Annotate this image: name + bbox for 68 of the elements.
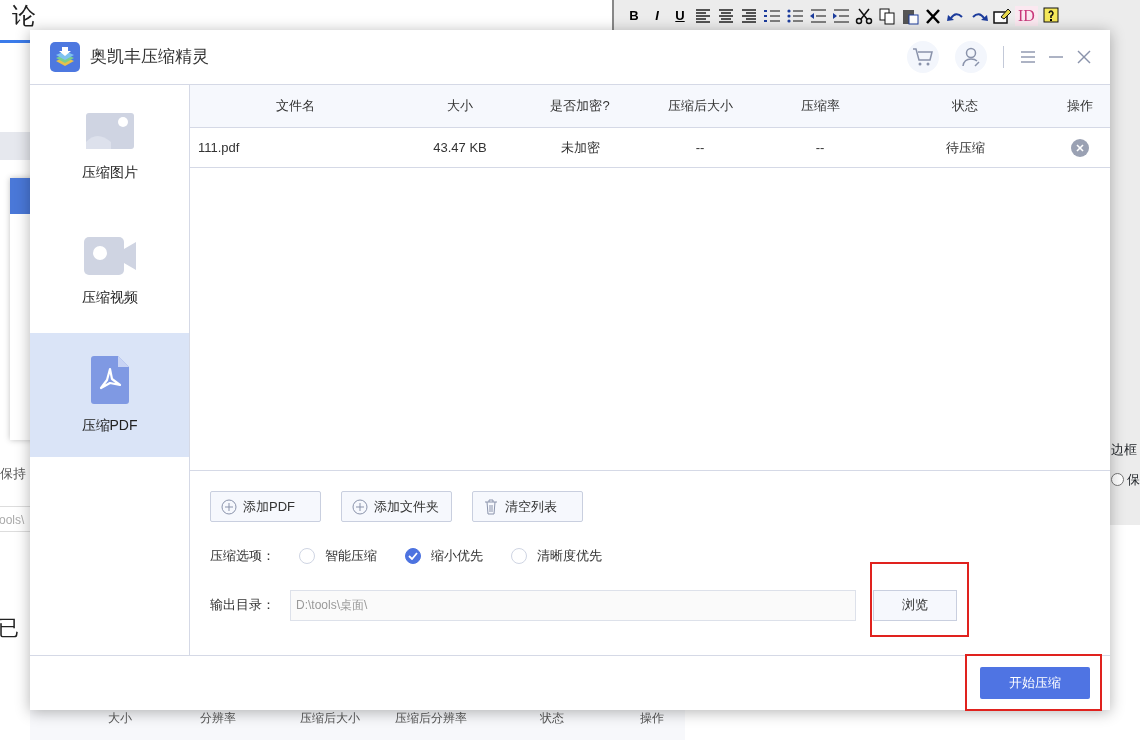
pdf-file-icon bbox=[89, 354, 130, 405]
radio-label: 保 bbox=[1127, 471, 1140, 489]
option-label: 保持 bbox=[0, 465, 26, 483]
indent-icon[interactable] bbox=[831, 7, 851, 25]
column-header: 大小 bbox=[446, 97, 474, 116]
bullet-list-icon[interactable] bbox=[785, 7, 805, 25]
column-header: 分辨率 bbox=[200, 710, 236, 727]
column-header: 压缩后分辨率 bbox=[395, 710, 467, 727]
video-camera-icon bbox=[82, 234, 137, 277]
window-title: 奥凯丰压缩精灵 bbox=[90, 46, 209, 69]
column-header: 文件名 bbox=[274, 97, 316, 116]
sidebar-item[interactable]: 压缩PDF bbox=[30, 333, 189, 457]
format-button[interactable]: I bbox=[647, 6, 667, 26]
action-button[interactable]: 添加文件夹 bbox=[341, 491, 452, 522]
format-button[interactable]: B bbox=[624, 6, 644, 26]
column-header: 压缩后大小 bbox=[666, 97, 734, 116]
table-cell-text: 111.pdf bbox=[197, 138, 241, 157]
radio-option[interactable]: 智能压缩 bbox=[299, 546, 377, 566]
column-header: 状态 bbox=[951, 97, 979, 116]
column-header: 状态 bbox=[540, 710, 564, 727]
start-button[interactable]: 开始压缩 bbox=[980, 667, 1090, 699]
page-heading: 论 bbox=[12, 1, 36, 31]
outdent-icon[interactable] bbox=[808, 7, 828, 25]
delete-icon[interactable] bbox=[923, 7, 943, 25]
notice-text: 已 bbox=[0, 615, 19, 641]
edit-icon[interactable] bbox=[992, 7, 1012, 25]
image-icon bbox=[84, 111, 135, 152]
plus-circle-icon bbox=[221, 498, 237, 515]
column-header: 大小 bbox=[108, 710, 132, 727]
column-header: 操作 bbox=[640, 710, 664, 727]
align-center-icon[interactable] bbox=[716, 7, 736, 25]
user-icon[interactable] bbox=[955, 41, 987, 73]
action-button[interactable]: 清空列表 bbox=[472, 491, 583, 522]
scissors-icon[interactable] bbox=[854, 7, 874, 25]
table-cell-text: 未加密 bbox=[559, 138, 601, 157]
clipboard-icon[interactable] bbox=[900, 7, 920, 25]
align-left-icon[interactable] bbox=[693, 7, 713, 25]
column-header: 是否加密? bbox=[549, 97, 611, 116]
copy-icon[interactable] bbox=[877, 7, 897, 25]
column-header: 压缩率 bbox=[799, 97, 841, 116]
format-button[interactable]: U bbox=[670, 6, 690, 26]
radio-button[interactable] bbox=[1111, 473, 1124, 487]
table-cell-text: -- bbox=[694, 138, 706, 157]
cart-icon[interactable] bbox=[907, 41, 939, 73]
option-label: 压缩选项： bbox=[210, 547, 275, 565]
field-label: 输出目录： bbox=[210, 596, 275, 615]
check-icon bbox=[408, 551, 418, 560]
browse-button[interactable]: 浏览 bbox=[873, 589, 957, 621]
numbered-list-icon[interactable] bbox=[762, 7, 782, 25]
radio-option[interactable]: 缩小优先 bbox=[405, 546, 483, 566]
table-cell-text: -- bbox=[814, 138, 826, 157]
table-cell-text: 43.47 KB bbox=[432, 138, 488, 157]
column-header: 压缩后大小 bbox=[300, 710, 360, 727]
plus-circle-icon bbox=[352, 498, 368, 515]
id-button[interactable]: ID bbox=[1015, 6, 1038, 26]
align-right-icon[interactable] bbox=[739, 7, 759, 25]
help-icon[interactable] bbox=[1040, 7, 1061, 25]
sidebar-item[interactable]: 压缩图片 bbox=[30, 85, 189, 209]
option-label: 边框 bbox=[1111, 441, 1137, 459]
column-header: 操作 bbox=[1066, 97, 1094, 116]
sidebar-item[interactable]: 压缩视频 bbox=[30, 209, 189, 333]
remove-icon[interactable] bbox=[1071, 138, 1089, 157]
trash-icon bbox=[483, 498, 499, 515]
action-button[interactable]: 添加PDF bbox=[210, 491, 321, 522]
table-cell-text: 待压缩 bbox=[944, 138, 986, 157]
app-logo-icon bbox=[50, 42, 80, 72]
close-icon[interactable] bbox=[1076, 49, 1092, 65]
radio-option[interactable]: 清晰度优先 bbox=[511, 546, 602, 566]
